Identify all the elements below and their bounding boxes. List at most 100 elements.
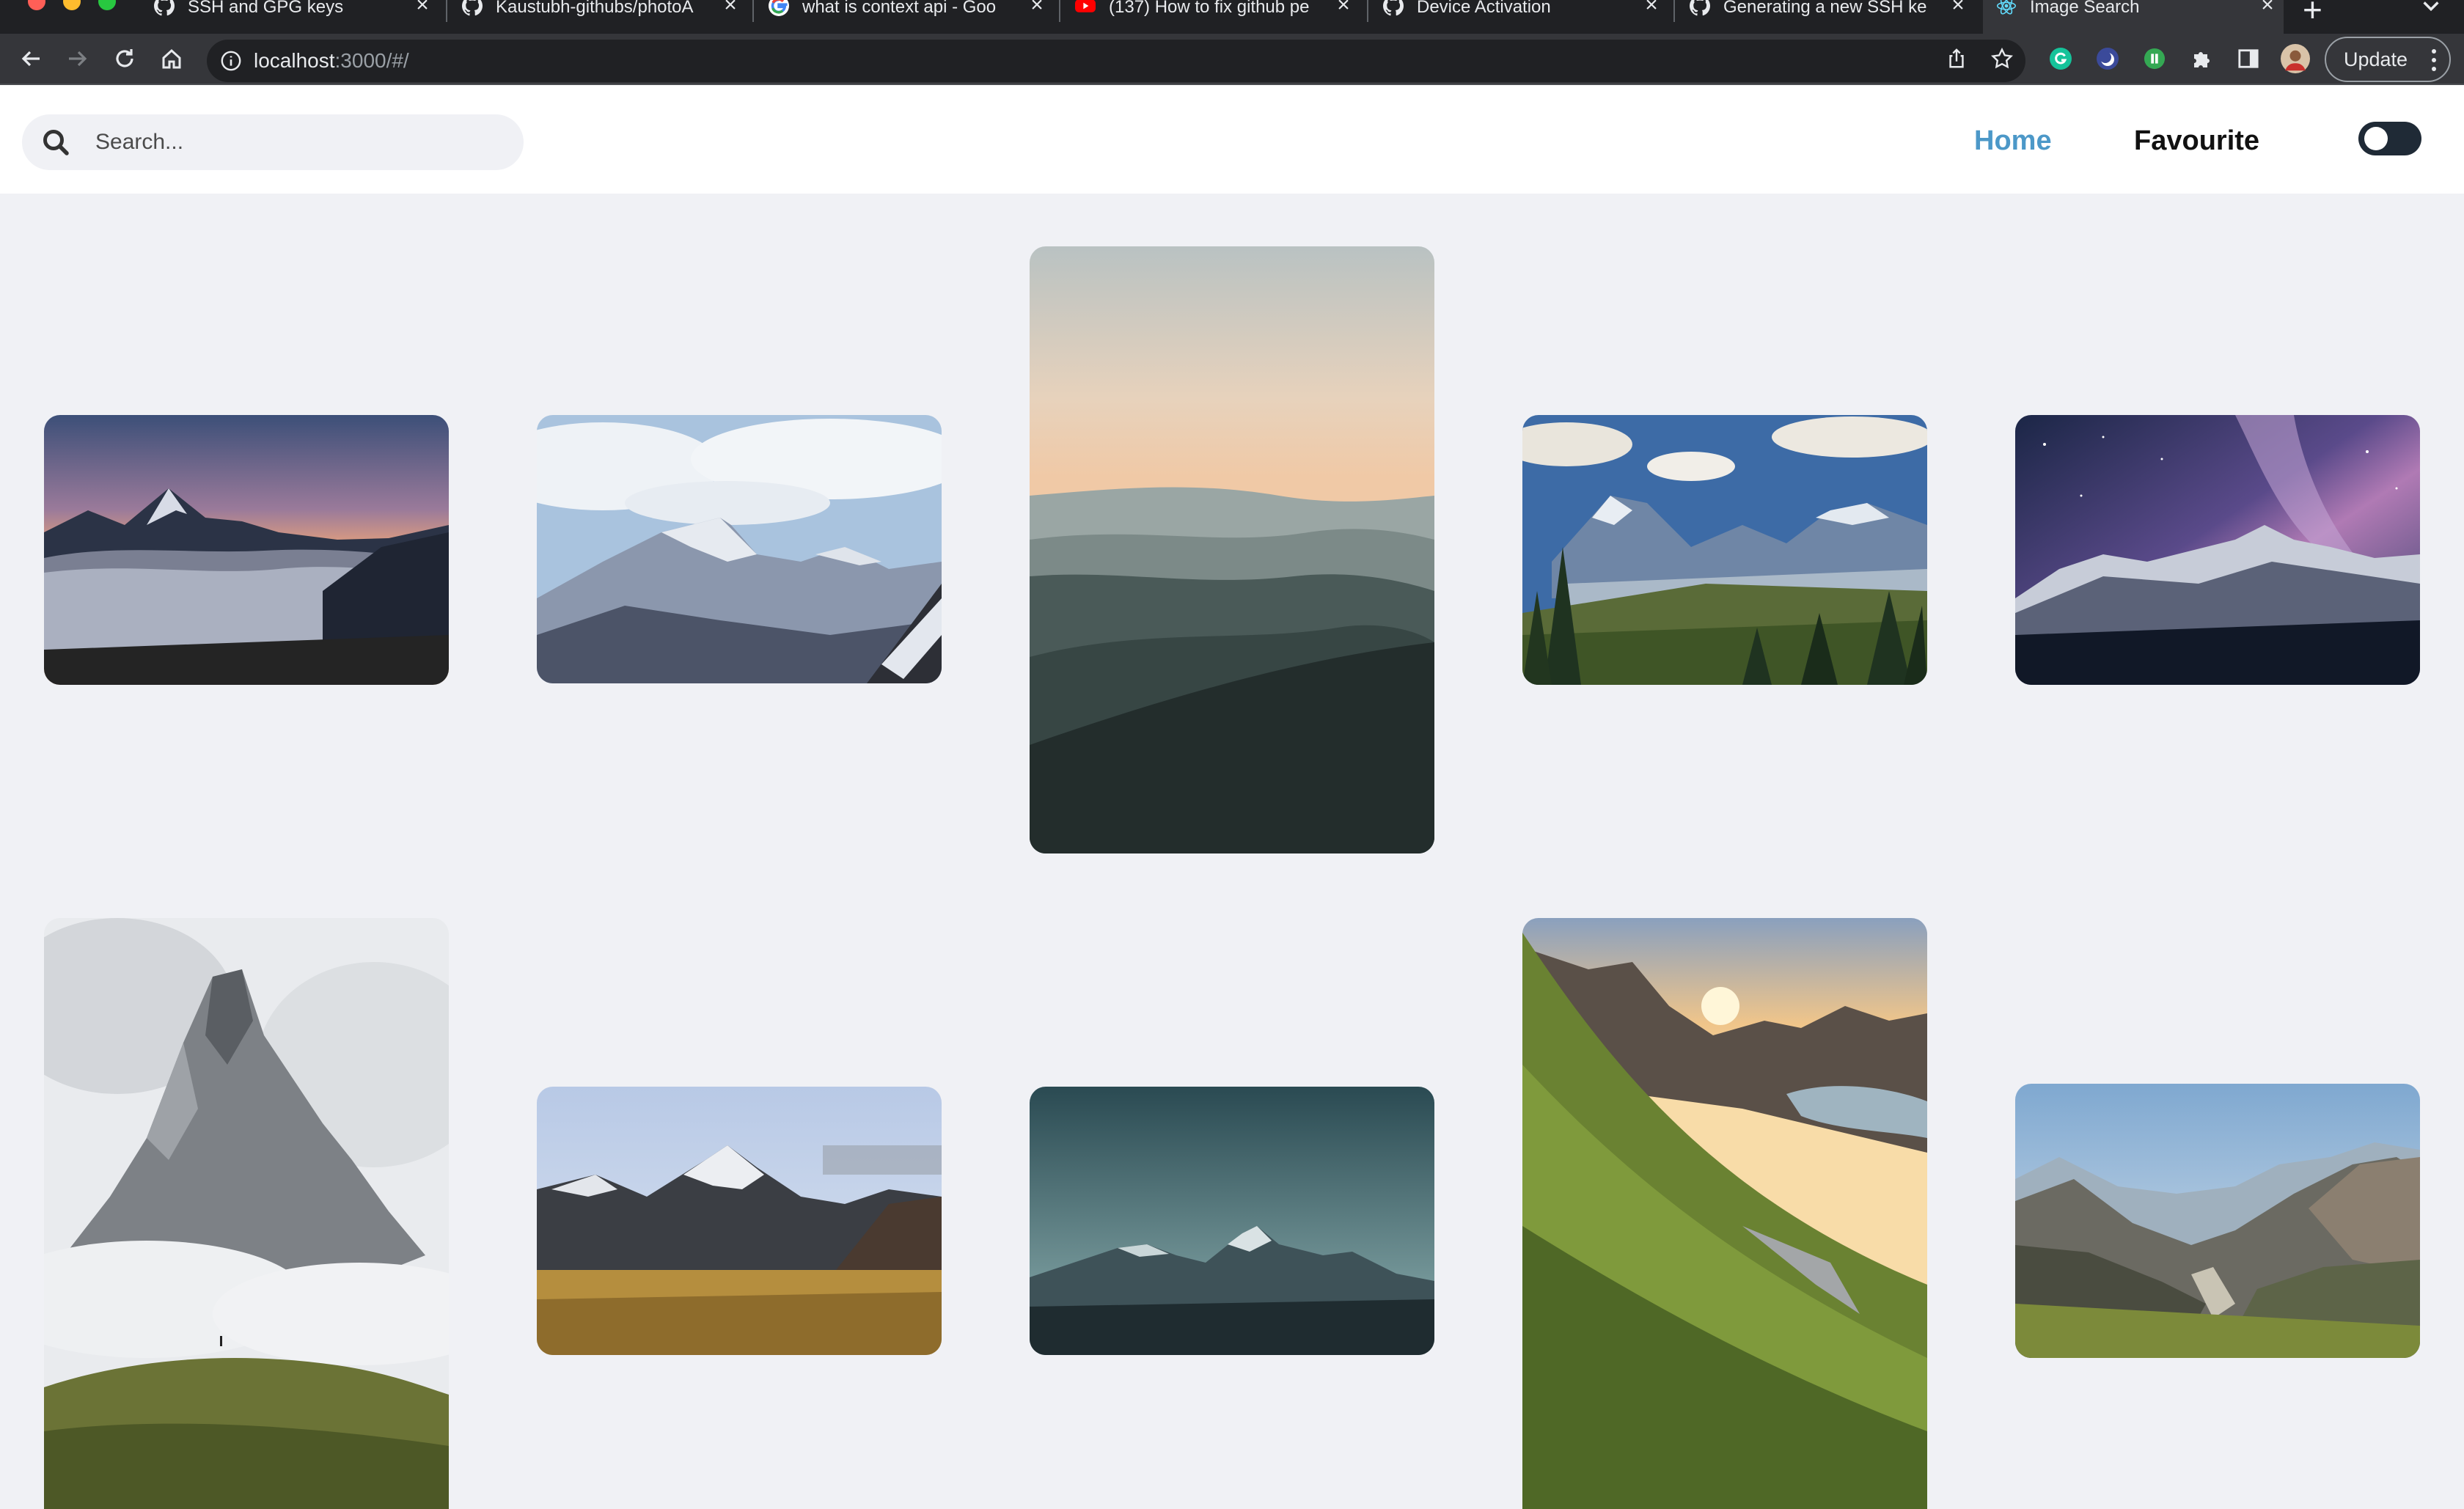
share-button[interactable] [1942, 44, 1971, 73]
mountain-photo [1522, 918, 1927, 1509]
update-label: Update [2344, 48, 2408, 70]
close-icon[interactable]: × [1027, 0, 1047, 18]
browser-tab-strip: SSH and GPG keys × Kaustubh-githubs/phot… [0, 0, 2464, 34]
chevron-down-icon[interactable] [2420, 0, 2442, 18]
mountain-photo [1522, 415, 1927, 685]
mountain-photo [44, 415, 449, 685]
mountain-photo [44, 918, 449, 1509]
browser-tab[interactable]: (137) How to fix github pe × [1075, 0, 1354, 34]
mountain-photo [537, 1087, 942, 1355]
tab-title: SSH and GPG keys [188, 0, 344, 17]
gallery-image[interactable] [44, 918, 449, 1509]
arrow-left-icon [21, 51, 40, 67]
address-bar[interactable]: localhost:3000/#/ [207, 40, 2025, 82]
gallery-image[interactable] [537, 415, 942, 683]
reload-button[interactable] [110, 44, 139, 73]
grammarly-icon [2050, 48, 2072, 70]
gallery-image[interactable] [537, 1087, 942, 1355]
gallery-image[interactable] [44, 415, 449, 685]
mountain-photo [1030, 1087, 1434, 1355]
tab-separator [752, 0, 754, 22]
extensions-button[interactable] [2187, 44, 2216, 73]
search-input[interactable] [95, 125, 506, 160]
tab-title: Generating a new SSH ke [1723, 0, 1927, 17]
info-icon[interactable] [220, 50, 242, 72]
browser-tab[interactable]: Kaustubh-githubs/photoA × [462, 0, 741, 34]
puzzle-icon [2194, 52, 2210, 67]
window-close-dot[interactable] [28, 0, 45, 10]
google-icon [769, 0, 789, 16]
react-icon [1996, 0, 2017, 15]
tab-separator [1673, 0, 1675, 22]
gallery-image[interactable] [1030, 246, 1434, 853]
url-host: localhost [254, 49, 335, 72]
tab-separator [1059, 0, 1060, 22]
arrow-right-icon [69, 51, 87, 67]
close-icon[interactable]: × [412, 0, 433, 18]
gallery-image[interactable] [2015, 415, 2420, 685]
window-minimize-dot[interactable] [63, 0, 81, 10]
avatar [2281, 44, 2310, 73]
theme-toggle[interactable] [2358, 122, 2421, 155]
tab-title: Kaustubh-githubs/photoA [496, 0, 694, 17]
tab-separator [446, 0, 447, 22]
side-panel-button[interactable] [2234, 44, 2263, 73]
close-icon[interactable]: × [720, 0, 741, 18]
gallery-image[interactable] [1522, 918, 1927, 1509]
youtube-icon [1075, 0, 1096, 12]
tab-separator [1367, 0, 1368, 22]
star-icon [1990, 47, 2014, 69]
reload-icon [116, 49, 133, 67]
mountain-photo [537, 415, 942, 683]
back-button[interactable] [16, 44, 45, 73]
github-icon [1690, 0, 1710, 16]
bookmark-button[interactable] [1987, 44, 2017, 73]
more-vertical-icon [2432, 49, 2436, 71]
window-maximize-dot[interactable] [98, 0, 116, 10]
update-button[interactable]: Update [2325, 37, 2451, 82]
close-icon[interactable]: × [1641, 0, 1662, 18]
tab-title: what is context api - Goo [802, 0, 997, 17]
github-icon [462, 0, 483, 16]
side-panel-icon [2238, 49, 2259, 68]
gallery-image[interactable] [1522, 415, 1927, 685]
browser-tab[interactable]: SSH and GPG keys × [154, 0, 433, 34]
browser-tab[interactable]: Generating a new SSH ke × [1690, 0, 1968, 34]
share-icon [1949, 48, 1964, 68]
mountain-photo [1030, 246, 1434, 853]
browser-tab-active[interactable]: Image Search × [1983, 0, 2284, 34]
tab-title: Image Search [2030, 0, 2140, 17]
url-path: :3000/#/ [334, 49, 409, 72]
mountain-photo [2015, 1084, 2420, 1358]
close-icon[interactable]: × [2257, 0, 2278, 18]
close-icon[interactable]: × [1948, 0, 1968, 18]
browser-toolbar: localhost:3000/#/ Update [0, 34, 2464, 85]
mountain-photo [2015, 415, 2420, 685]
nav-link-favourite[interactable]: Favourite [2134, 125, 2259, 157]
home-icon [162, 48, 181, 69]
close-icon[interactable]: × [1333, 0, 1354, 18]
new-tab-icon[interactable]: + [2303, 0, 2322, 29]
gallery-image[interactable] [1030, 1087, 1434, 1355]
github-icon [154, 0, 175, 16]
tab-title: Device Activation [1417, 0, 1551, 17]
extension-button[interactable] [2140, 44, 2169, 73]
gallery-image[interactable] [2015, 1084, 2420, 1358]
extension-button[interactable] [2093, 44, 2122, 73]
address-url: localhost:3000/#/ [254, 48, 409, 73]
forward-button[interactable] [63, 44, 92, 73]
app-header: Home Favourite [0, 85, 2464, 194]
toggle-knob [2364, 127, 2388, 150]
profile-button[interactable] [2281, 44, 2310, 73]
browser-tab[interactable]: what is context api - Goo × [769, 0, 1047, 34]
nav-link-home[interactable]: Home [1974, 125, 2052, 157]
github-icon [1383, 0, 1404, 16]
home-button[interactable] [157, 44, 186, 73]
search-icon [43, 130, 69, 155]
search-bar [22, 114, 524, 170]
browser-tab[interactable]: Device Activation × [1383, 0, 1662, 34]
extension-moon-icon [2097, 48, 2119, 70]
grammarly-extension[interactable] [2046, 44, 2075, 73]
extension-green-icon [2144, 48, 2166, 70]
tab-title: (137) How to fix github pe [1109, 0, 1310, 17]
